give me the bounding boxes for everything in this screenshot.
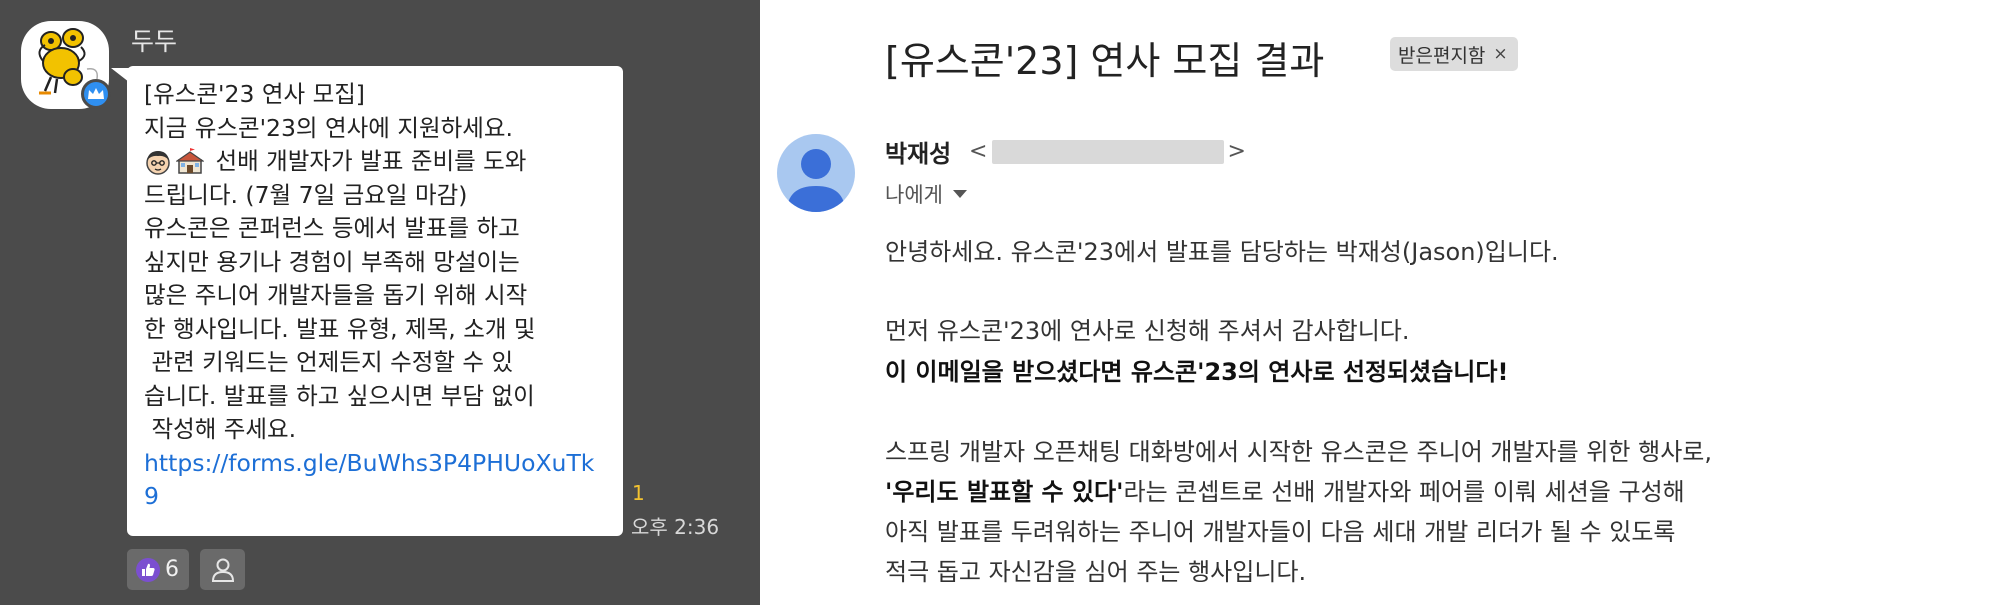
concept-phrase: '우리도 발표할 수 있다' [885,478,1124,506]
email-subject: [유스콘'23] 연사 모집 결과 [885,39,1325,83]
sender-avatar[interactable] [777,134,855,212]
like-reaction-button[interactable]: 6 [127,549,189,590]
message-line: 한 행사입니다. 발표 유형, 제목, 소개 및 [144,314,536,343]
message-time: 오후 2:36 [631,515,720,539]
message-emoji-line: 선배 개발자가 발표 준비를 도와 [144,145,605,179]
inbox-label-chip[interactable]: 받은편지함 × [1390,37,1518,71]
message-line: 많은 주니어 개발자들을 돕기 위해 시작 [144,281,528,309]
chat-sender-name: 두두 [131,27,178,56]
man-face-emoji-icon [146,150,170,175]
body-paragraph-line: 적극 돕고 자신감을 심어 주는 행사입니다. [885,558,1307,586]
message-line: 드립니다. (7월 7일 금요일 마감) [144,180,468,209]
form-link[interactable]: https://forms.gle/BuWhs3P4PHUoXuTk [144,447,605,481]
school-emoji-icon [176,147,204,174]
remove-label-icon[interactable]: × [1493,44,1507,64]
body-paragraph-line: 스프링 개발자 오픈채팅 대화방에서 시작한 유스콘은 주니어 개발자를 위한 … [885,438,1713,466]
body-paragraph-line: '우리도 발표할 수 있다'라는 콘셉트로 선배 개발자와 페어를 이뤄 세션을… [885,472,1685,507]
message-line: [유스콘'23 연사 모집] [144,80,365,108]
unread-count: 1 [632,481,645,505]
message-line: 유스콘은 콘퍼런스 등에서 발표를 하고 [144,214,520,242]
address-close: > [1227,139,1246,164]
message-line: 싶지만 용기나 경험이 부족해 망설이는 [144,247,520,276]
recipient-label: 나에게 [885,183,943,207]
body-greeting: 안녕하세요. 유스콘'23에서 발표를 담당하는 박재성(Jason)입니다. [885,238,1559,266]
person-icon [211,558,234,582]
message-line: 습니다. 발표를 하고 싶으시면 부담 없이 [144,381,535,410]
message-line: 지금 유스콘'23의 연사에 지원하세요. [144,113,513,142]
redacted-email-address [992,139,1225,164]
thumbs-up-icon [136,557,160,582]
message-line: 작성해 주세요. [144,415,297,443]
body-text-rest: 라는 콘셉트로 선배 개발자와 페어를 이뤄 세션을 구성해 [1123,478,1685,506]
form-link-continued[interactable]: 9 [144,480,605,514]
message-line: 관련 키워드는 언제든지 수정할 수 있 [144,348,514,376]
recipient-dropdown[interactable]: 나에게 [885,179,967,209]
address-open: < [969,139,988,164]
email-sender-name: 박재성 [885,140,952,168]
sender-address: < > [969,139,1246,164]
body-paragraph-line: 아직 발표를 두려워하는 주니어 개발자들이 다음 세대 개발 리더가 될 수 … [885,518,1676,546]
crown-badge-icon [81,79,111,109]
inbox-label-text: 받은편지함 [1398,44,1486,67]
default-person-icon [787,149,845,212]
body-selected-notice: 이 이메일을 받으셨다면 유스콘'23의 연사로 선정되셨습니다! [885,358,1509,386]
message-line: 선배 개발자가 발표 준비를 도와 [208,147,527,175]
chevron-down-icon [952,190,967,198]
reaction-count: 6 [165,557,179,582]
chat-panel: 두두 [유스콘'23 연사 모집] 지금 유스콘'23의 연사에 지원하세요. [0,0,760,605]
message-bubble[interactable]: [유스콘'23 연사 모집] 지금 유스콘'23의 연사에 지원하세요. 선배 … [127,66,623,536]
read-members-button[interactable] [200,549,245,590]
body-thanks: 먼저 유스콘'23에 연사로 신청해 주셔서 감사합니다. [885,317,1410,345]
